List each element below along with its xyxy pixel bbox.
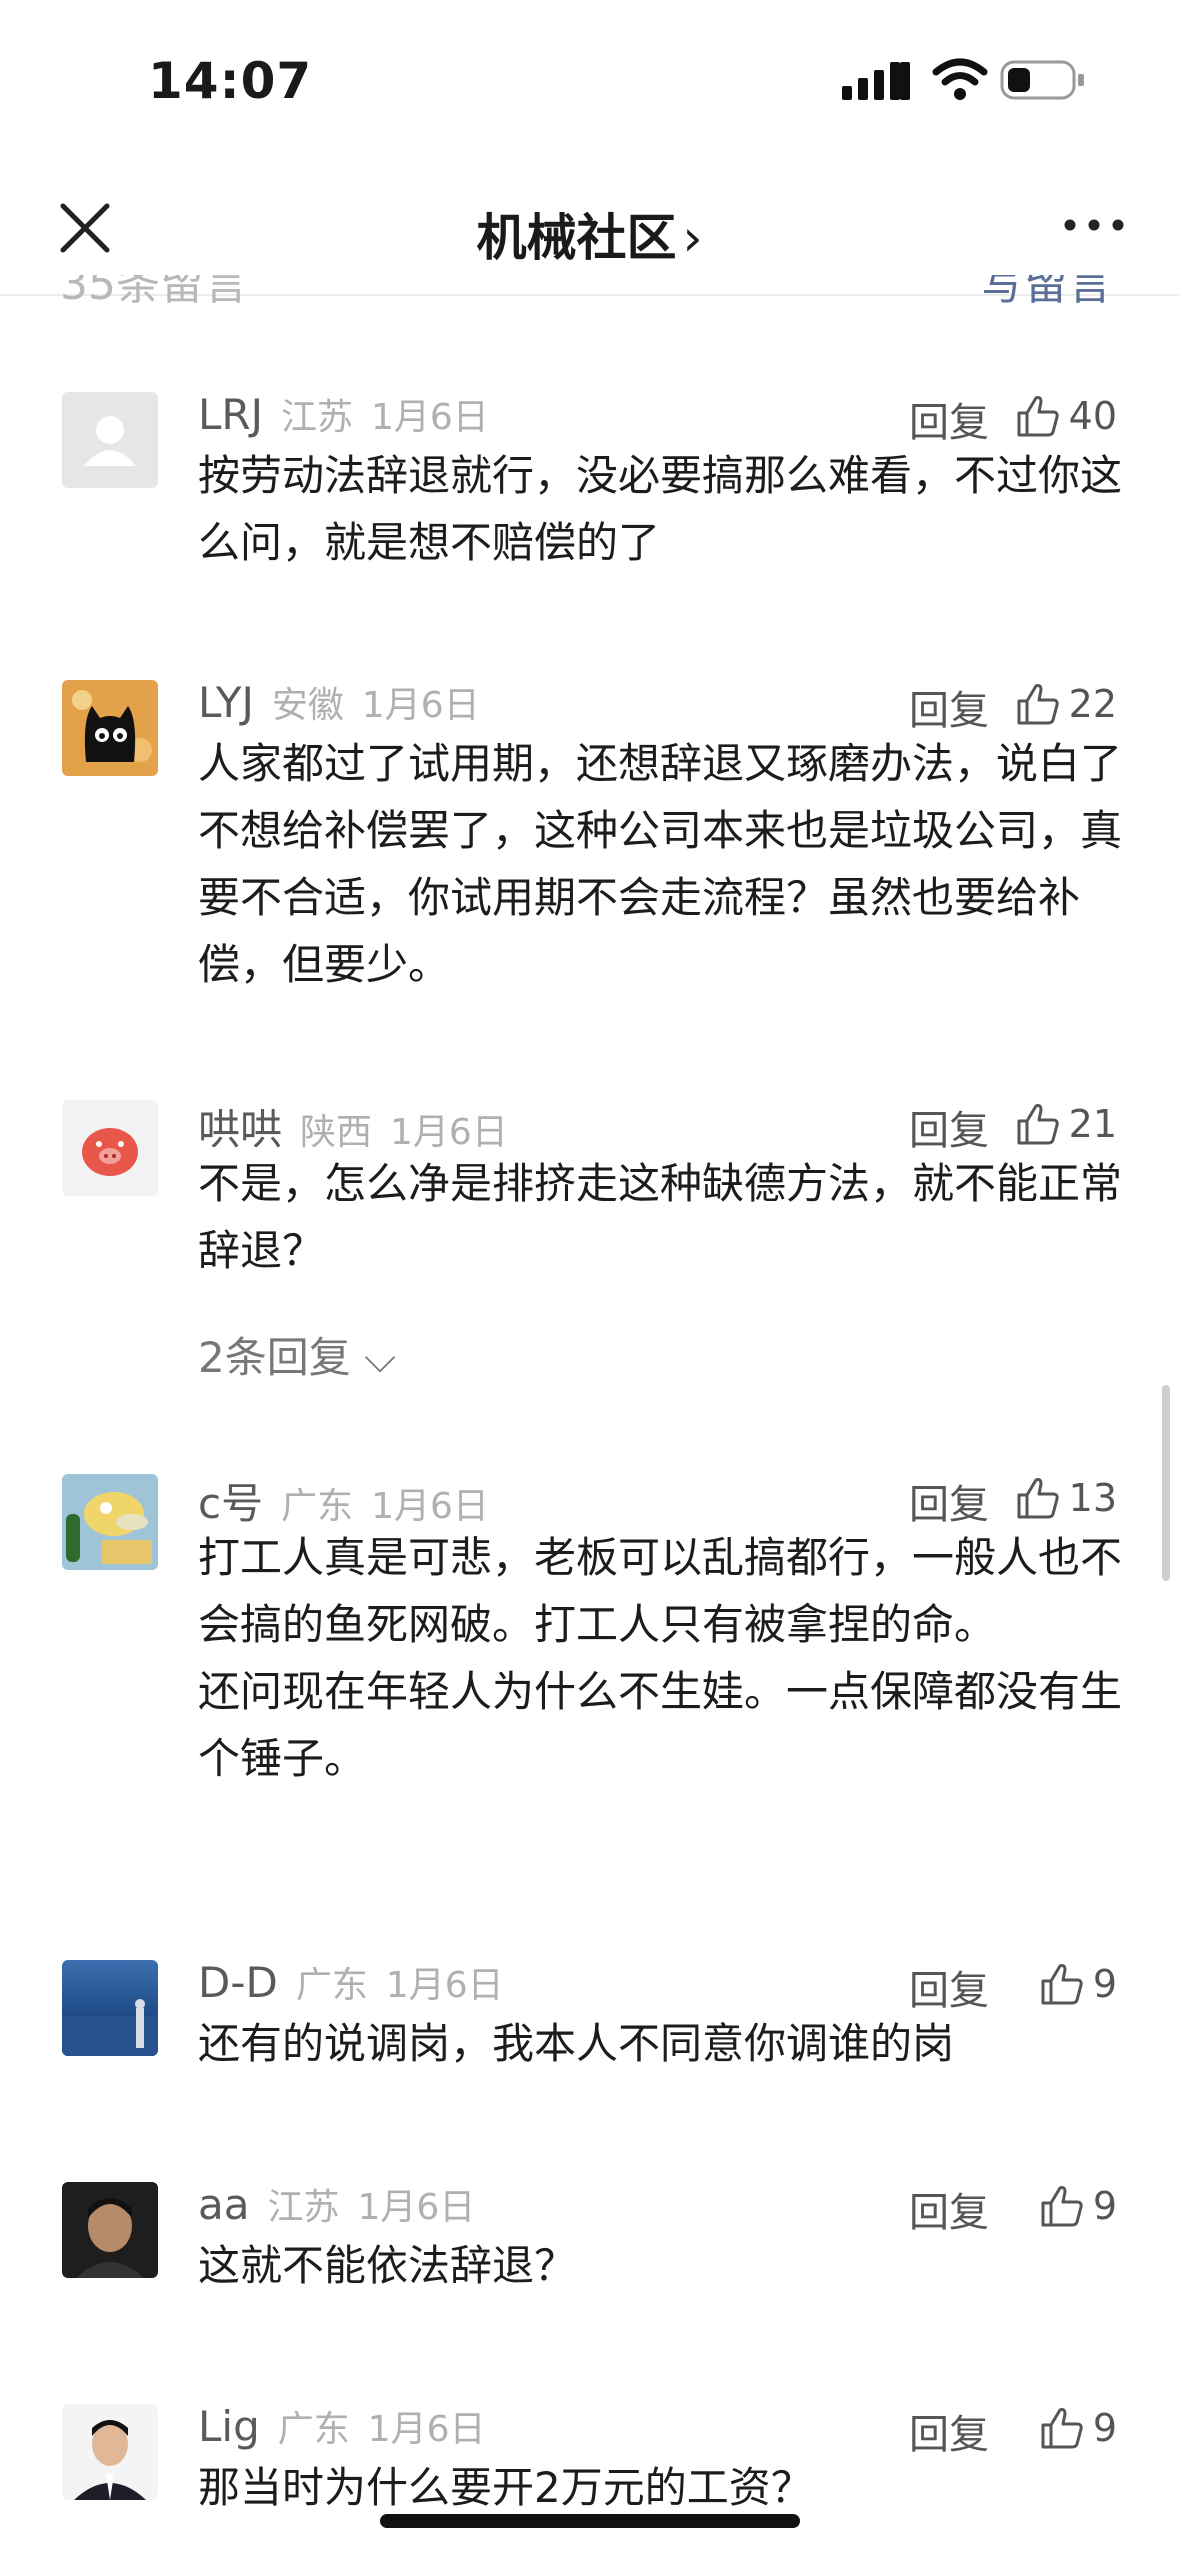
wifi-icon <box>932 58 988 100</box>
reply-button[interactable]: 回复 <box>909 1472 989 1530</box>
comment-text: 这就不能依法辞退？ <box>198 2241 577 2290</box>
author-region: 广东 <box>295 1965 368 2006</box>
author-region: 江苏 <box>267 2187 340 2228</box>
like-count: 40 <box>1068 394 1117 438</box>
comment-date: 1月6日 <box>361 685 480 726</box>
duck-avatar[interactable] <box>62 1474 158 1570</box>
like-count: 9 <box>1092 1962 1117 2006</box>
author-name: 哄哄 <box>198 1105 283 1154</box>
author-name: LYJ <box>198 678 254 727</box>
like-count: 22 <box>1068 682 1117 726</box>
thumbs-up-icon <box>1017 1478 1059 1519</box>
comment-text: 那当时为什么要开2万元的工资？ <box>198 2463 813 2512</box>
reply-button[interactable]: 回复 <box>909 1958 989 2016</box>
signal-icon <box>842 62 910 100</box>
comment-text: 按劳动法辞退就行，没必要搞那么难看，不过你这么问，就是想不赔偿的了 <box>198 451 1123 567</box>
thumbs-up-icon <box>1017 684 1059 725</box>
status-bar: 14:07 <box>0 0 1179 170</box>
comment-author: Lig 广东 1月6日 <box>198 2400 486 2452</box>
comment-date: 1月6日 <box>370 397 489 438</box>
like-count: 9 <box>1092 2184 1117 2228</box>
comment-author: LRJ 江苏 1月6日 <box>198 388 489 440</box>
comment-date: 1月6日 <box>385 1965 504 2006</box>
comment-text: 不是，怎么净是排挤走这种缺德方法，就不能正常辞退？ <box>198 1159 1123 1275</box>
home-indicator[interactable] <box>380 2514 800 2528</box>
write-comment-link[interactable]: 写留言 <box>980 275 1112 307</box>
comment-text: 还有的说调岗，我本人不同意你调谁的岗 <box>198 2019 955 2068</box>
thumbs-up-icon <box>1041 2186 1083 2227</box>
like-button[interactable]: 21 <box>1015 1096 1117 1152</box>
scrollbar[interactable] <box>1162 1385 1170 1581</box>
battery-icon <box>1000 60 1084 100</box>
more-icon[interactable] <box>1062 210 1126 240</box>
author-name: aa <box>198 2180 250 2229</box>
author-name: D-D <box>198 1958 278 2007</box>
thumbs-up-icon <box>1017 396 1059 437</box>
sub-replies-toggle[interactable]: 2条回复 ⌵ <box>198 1324 396 1385</box>
author-region: 安徽 <box>271 685 344 726</box>
pig-avatar[interactable] <box>62 1100 158 1196</box>
nav-title[interactable]: 机械社区 › <box>0 198 1179 270</box>
comment-count: 35条留言 <box>60 275 248 307</box>
like-count: 13 <box>1068 1476 1117 1520</box>
like-button[interactable]: 22 <box>1015 676 1117 732</box>
like-button[interactable]: 40 <box>1015 388 1117 444</box>
cat-avatar[interactable] <box>62 680 158 776</box>
comment-author: LYJ 安徽 1月6日 <box>198 676 480 728</box>
thumbs-up-icon <box>1041 2408 1083 2449</box>
thumbs-up-icon <box>1041 1964 1083 2005</box>
status-time: 14:07 <box>148 52 313 110</box>
author-name: c号 <box>198 1479 264 1528</box>
author-region: 陕西 <box>300 1112 373 1153</box>
like-button[interactable]: 9 <box>1039 1956 1117 2012</box>
comment-author: aa 江苏 1月6日 <box>198 2178 475 2230</box>
like-button[interactable]: 9 <box>1039 2400 1117 2456</box>
author-region: 江苏 <box>280 397 353 438</box>
comment-date: 1月6日 <box>371 1486 489 1527</box>
author-name: LRJ <box>198 390 263 439</box>
comment-text: 人家都过了试用期，还想辞退又琢磨办法，说白了不想给补偿罢了，这种公司本来也是垃圾… <box>198 739 1123 989</box>
comment-date: 1月6日 <box>390 1112 508 1153</box>
sea-avatar[interactable] <box>62 1960 158 2056</box>
default-avatar[interactable] <box>62 392 158 488</box>
author-region: 广东 <box>277 2409 350 2450</box>
chevron-right-icon: › <box>682 209 703 267</box>
status-icons <box>840 58 1090 108</box>
reply-button[interactable]: 回复 <box>909 2402 989 2460</box>
reply-button[interactable]: 回复 <box>909 678 989 736</box>
like-count: 9 <box>1092 2406 1117 2450</box>
comment-author: D-D 广东 1月6日 <box>198 1956 504 2008</box>
photo-avatar[interactable] <box>62 2182 158 2278</box>
reply-button[interactable]: 回复 <box>909 1098 989 1156</box>
reply-button[interactable]: 回复 <box>909 2180 989 2238</box>
comment-date: 1月6日 <box>357 2187 476 2228</box>
comment-author: 哄哄 陕西 1月6日 <box>198 1096 508 1157</box>
portrait-avatar[interactable] <box>62 2404 158 2500</box>
like-button[interactable]: 13 <box>1015 1470 1117 1526</box>
comment-author: c号 广东 1月6日 <box>198 1470 489 1531</box>
nav-title-text: 机械社区 <box>476 209 677 267</box>
comment-date: 1月6日 <box>367 2409 486 2450</box>
author-name: Lig <box>198 2402 260 2451</box>
thumbs-up-icon <box>1017 1104 1059 1145</box>
author-region: 广东 <box>281 1486 354 1527</box>
like-button[interactable]: 9 <box>1039 2178 1117 2234</box>
comment-text: 打工人真是可悲，老板可以乱搞都行，一般人也不会搞的鱼死网破。打工人只有被拿捏的命… <box>198 1533 1123 1783</box>
reply-button[interactable]: 回复 <box>909 390 989 448</box>
like-count: 21 <box>1068 1102 1117 1146</box>
